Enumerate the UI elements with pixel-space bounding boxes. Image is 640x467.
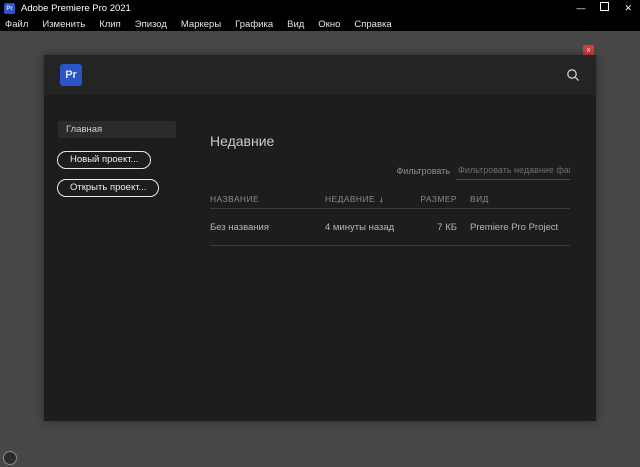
menu-markers[interactable]: Маркеры	[181, 19, 221, 30]
table-row[interactable]: Без названия 4 минуты назад 7 КБ Premier…	[210, 209, 570, 246]
header-kind[interactable]: ВИД	[457, 194, 570, 204]
maximize-button[interactable]	[600, 0, 609, 17]
table-header-row: НАЗВАНИЕ НЕДАВНИЕ ↓ РАЗМЕР ВИД	[210, 190, 570, 209]
window-controls: — ✕	[576, 0, 632, 17]
close-button[interactable]: ✕	[624, 0, 632, 17]
premiere-logo: Pr	[60, 64, 82, 86]
menu-clip[interactable]: Клип	[99, 19, 121, 30]
status-icon	[3, 451, 17, 465]
header-size[interactable]: РАЗМЕР	[410, 194, 457, 204]
home-header: Pr	[44, 55, 596, 95]
recent-section-title: Недавние	[210, 133, 274, 149]
new-project-button[interactable]: Новый проект...	[57, 151, 151, 169]
cell-recent: 4 минуты назад	[325, 222, 410, 233]
open-project-button[interactable]: Открыть проект...	[57, 179, 159, 197]
minimize-button[interactable]: —	[576, 0, 585, 17]
filter-input[interactable]	[456, 162, 570, 180]
cell-kind: Premiere Pro Project	[457, 222, 570, 233]
maximize-icon	[600, 2, 609, 11]
sidebar-item-home[interactable]: Главная	[58, 121, 176, 138]
workspace-background: x Pr Главная Новый проект... Открыть про…	[0, 31, 640, 467]
premiere-app-icon: Pr	[4, 3, 15, 14]
cell-name: Без названия	[210, 222, 325, 233]
title-bar: Pr Adobe Premiere Pro 2021 — ✕	[0, 0, 640, 17]
sort-descending-icon: ↓	[379, 194, 384, 204]
filter-row: Фильтровать	[210, 162, 570, 180]
home-body: Главная Новый проект... Открыть проект..…	[44, 95, 596, 421]
window-title: Adobe Premiere Pro 2021	[21, 3, 131, 14]
menu-sequence[interactable]: Эпизод	[135, 19, 167, 30]
menu-graphics[interactable]: Графика	[235, 19, 273, 30]
menu-view[interactable]: Вид	[287, 19, 304, 30]
menu-edit[interactable]: Изменить	[42, 19, 85, 30]
menu-file[interactable]: Файл	[5, 19, 28, 30]
cell-size: 7 КБ	[410, 222, 457, 233]
filter-label: Фильтровать	[396, 166, 450, 176]
home-screen-panel: Pr Главная Новый проект... Открыть проек…	[44, 55, 596, 421]
header-recent[interactable]: НЕДАВНИЕ ↓	[325, 194, 410, 204]
header-name[interactable]: НАЗВАНИЕ	[210, 194, 325, 204]
menu-bar: Файл Изменить Клип Эпизод Маркеры График…	[0, 17, 640, 31]
menu-window[interactable]: Окно	[318, 19, 340, 30]
menu-help[interactable]: Справка	[354, 19, 391, 30]
recent-files-table: НАЗВАНИЕ НЕДАВНИЕ ↓ РАЗМЕР ВИД Без назван…	[210, 190, 570, 246]
header-recent-label: НЕДАВНИЕ	[325, 194, 375, 204]
search-icon[interactable]	[566, 68, 580, 82]
